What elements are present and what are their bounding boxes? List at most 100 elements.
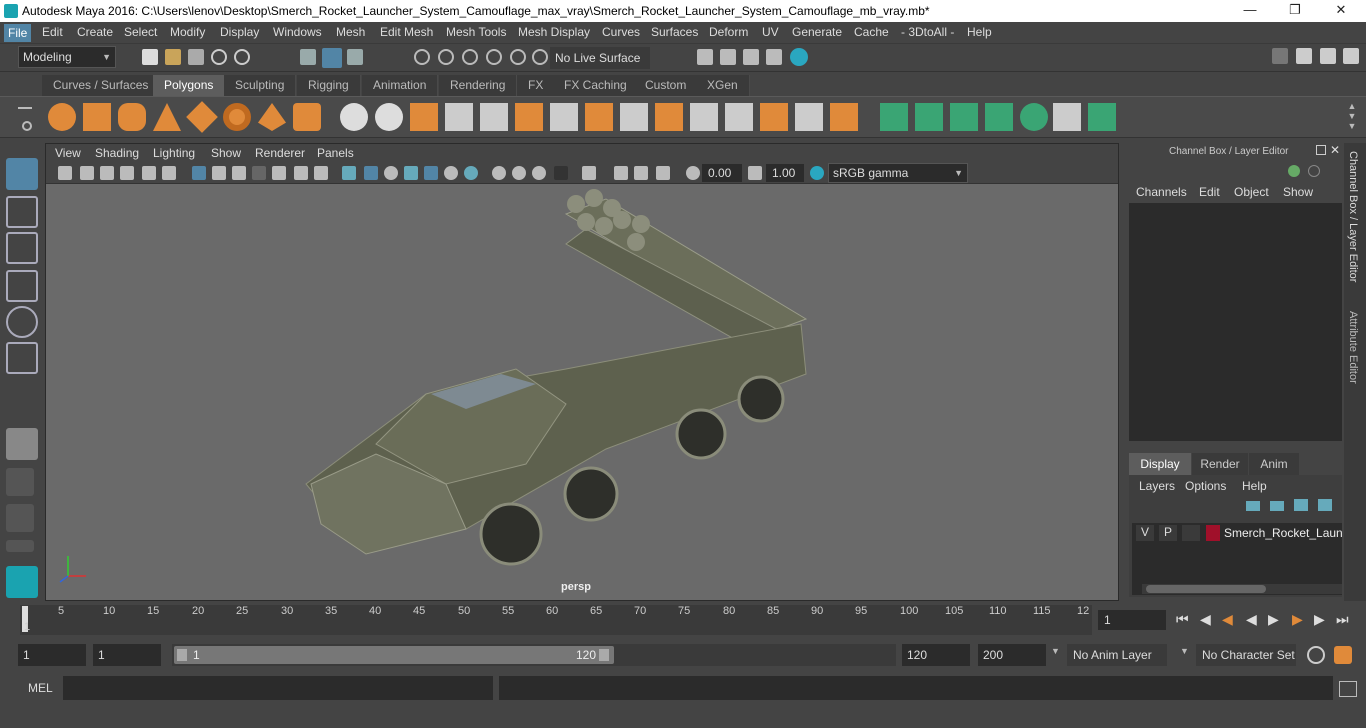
select-hierarchy-icon[interactable] — [300, 49, 316, 65]
viewport-menu-lighting[interactable]: Lighting — [153, 146, 195, 160]
render-view-icon[interactable] — [697, 49, 713, 65]
perspective-viewport[interactable]: View Shading Lighting Show Renderer Pane… — [45, 143, 1119, 601]
menu-windows[interactable]: Windows — [273, 25, 322, 39]
menu-select[interactable]: Select — [124, 25, 157, 39]
extract-icon[interactable] — [410, 103, 438, 131]
four-view-icon[interactable] — [6, 468, 34, 496]
menu-deform[interactable]: Deform — [709, 25, 748, 39]
poly-cylinder-icon[interactable] — [118, 103, 146, 131]
wireframe-icon[interactable] — [192, 166, 206, 180]
layer-menu-options[interactable]: Options — [1185, 479, 1226, 493]
new-layer-icon[interactable] — [1294, 499, 1308, 511]
bevel-icon[interactable] — [585, 103, 613, 131]
layout-icon[interactable] — [1272, 48, 1288, 64]
snap-surface-icon[interactable] — [510, 49, 526, 65]
step-back-key-icon[interactable]: ◀ — [1222, 611, 1233, 628]
menu-edit[interactable]: Edit — [42, 25, 63, 39]
paint-select-tool-icon[interactable] — [6, 232, 38, 264]
chevron-down-icon[interactable]: ▼ — [1051, 646, 1060, 656]
layer-tab-anim[interactable]: Anim — [1249, 453, 1299, 475]
anim-prefs-icon[interactable] — [1334, 646, 1352, 664]
color-management-icon[interactable] — [810, 166, 824, 180]
scale-tool-icon[interactable] — [6, 342, 38, 374]
menu-curves[interactable]: Curves — [602, 25, 640, 39]
wireframe-on-shaded-icon[interactable] — [364, 166, 378, 180]
open-scene-icon[interactable] — [165, 49, 181, 65]
render-current-icon[interactable] — [720, 49, 736, 65]
playback-end-field[interactable]: 120 — [902, 644, 970, 666]
save-scene-icon[interactable] — [188, 49, 204, 65]
tab-animation[interactable]: Animation — [362, 75, 439, 96]
tab-sculpting[interactable]: Sculpting — [224, 75, 297, 96]
color-space-dropdown[interactable]: sRGB gamma ▼ — [828, 163, 968, 183]
frame-all-icon[interactable] — [656, 166, 670, 180]
time-slider[interactable]: 1 5 10 15 20 25 30 35 40 45 50 55 60 65 … — [0, 602, 1366, 638]
auto-key-icon[interactable] — [1307, 646, 1325, 664]
move-tool-icon[interactable] — [6, 270, 38, 302]
safe-action-icon[interactable] — [272, 166, 286, 180]
select-tool-icon[interactable] — [6, 158, 38, 190]
camera-attr-icon[interactable] — [80, 166, 94, 180]
snap-grid-icon[interactable] — [414, 49, 430, 65]
poly-plane-icon[interactable] — [186, 101, 218, 133]
script-editor-icon[interactable] — [1339, 681, 1357, 697]
menu-3dtoall[interactable]: - 3DtoAll - — [901, 25, 954, 39]
uv-automatic-icon[interactable] — [985, 103, 1013, 131]
menu-file[interactable]: File — [4, 24, 32, 42]
layer-menu-help[interactable]: Help — [1242, 479, 1267, 493]
bool-icon[interactable] — [480, 103, 508, 131]
uv-spherical-icon[interactable] — [950, 103, 978, 131]
layer-visibility-toggle[interactable]: V — [1136, 525, 1154, 541]
toggle-channel-box-icon[interactable] — [1296, 48, 1312, 64]
channel-list[interactable] — [1129, 203, 1342, 441]
toggle-tool-settings-icon[interactable] — [1343, 48, 1359, 64]
single-perspective-icon[interactable] — [6, 428, 38, 460]
mode-dropdown[interactable]: Modeling ▼ — [18, 46, 116, 68]
side-tab-channel-box[interactable]: Channel Box / Layer Editor — [1347, 151, 1359, 282]
poly-sphere-icon[interactable] — [48, 103, 76, 131]
render-settings-icon[interactable] — [766, 49, 782, 65]
bookmark-icon[interactable] — [100, 166, 114, 180]
current-frame-field[interactable]: 1 — [1098, 610, 1166, 630]
layer-type-toggle[interactable] — [1182, 525, 1200, 541]
new-layer-selected-icon[interactable] — [1318, 499, 1332, 511]
step-forward-key-icon[interactable]: ▶ — [1292, 611, 1303, 628]
camera-icon[interactable] — [58, 166, 72, 180]
cb-menu-edit[interactable]: Edit — [1199, 185, 1220, 199]
combine-icon[interactable] — [340, 103, 368, 131]
channel-option-icon[interactable] — [1308, 165, 1320, 177]
separate-icon[interactable] — [375, 103, 403, 131]
field-chart-icon[interactable] — [252, 166, 266, 180]
menu-mesh-tools[interactable]: Mesh Tools — [446, 25, 506, 39]
close-button[interactable]: ✕ — [1326, 2, 1356, 20]
undo-icon[interactable] — [211, 49, 227, 65]
xray-joints-icon[interactable] — [582, 166, 596, 180]
bridge-icon[interactable] — [550, 103, 578, 131]
playback-start-field[interactable]: 1 — [93, 644, 161, 666]
animation-start-field[interactable]: 1 — [18, 644, 86, 666]
shaded-icon[interactable] — [314, 166, 328, 180]
viewport-menu-shading[interactable]: Shading — [95, 146, 139, 160]
lasso-tool-icon[interactable] — [6, 196, 38, 228]
textured-icon[interactable] — [384, 166, 398, 180]
play-forward-icon[interactable]: ▶ — [1268, 611, 1279, 628]
snap-mesh-icon[interactable] — [532, 49, 548, 65]
menu-modify[interactable]: Modify — [170, 25, 205, 39]
range-slider-handle[interactable] — [174, 646, 614, 664]
tab-curves-surfaces[interactable]: Curves / Surfaces — [42, 75, 161, 96]
uv-planar-icon[interactable] — [880, 103, 908, 131]
grease-pencil-icon[interactable] — [634, 166, 648, 180]
menu-mesh-display[interactable]: Mesh Display — [518, 25, 590, 39]
collapse-icon[interactable] — [830, 103, 858, 131]
merge-icon[interactable] — [760, 103, 788, 131]
chevron-down-icon[interactable]: ▼ — [1180, 646, 1189, 656]
uv-editor-icon[interactable] — [1053, 103, 1081, 131]
viewport-menu-show[interactable]: Show — [211, 146, 241, 160]
film-gate-icon[interactable] — [162, 166, 176, 180]
cb-menu-show[interactable]: Show — [1283, 185, 1313, 199]
shadows-icon[interactable] — [424, 166, 438, 180]
gate-mask-icon[interactable] — [232, 166, 246, 180]
isolate-select-icon[interactable] — [532, 166, 546, 180]
xray-icon[interactable] — [554, 166, 568, 180]
uv-unfold-icon[interactable] — [1088, 103, 1116, 131]
